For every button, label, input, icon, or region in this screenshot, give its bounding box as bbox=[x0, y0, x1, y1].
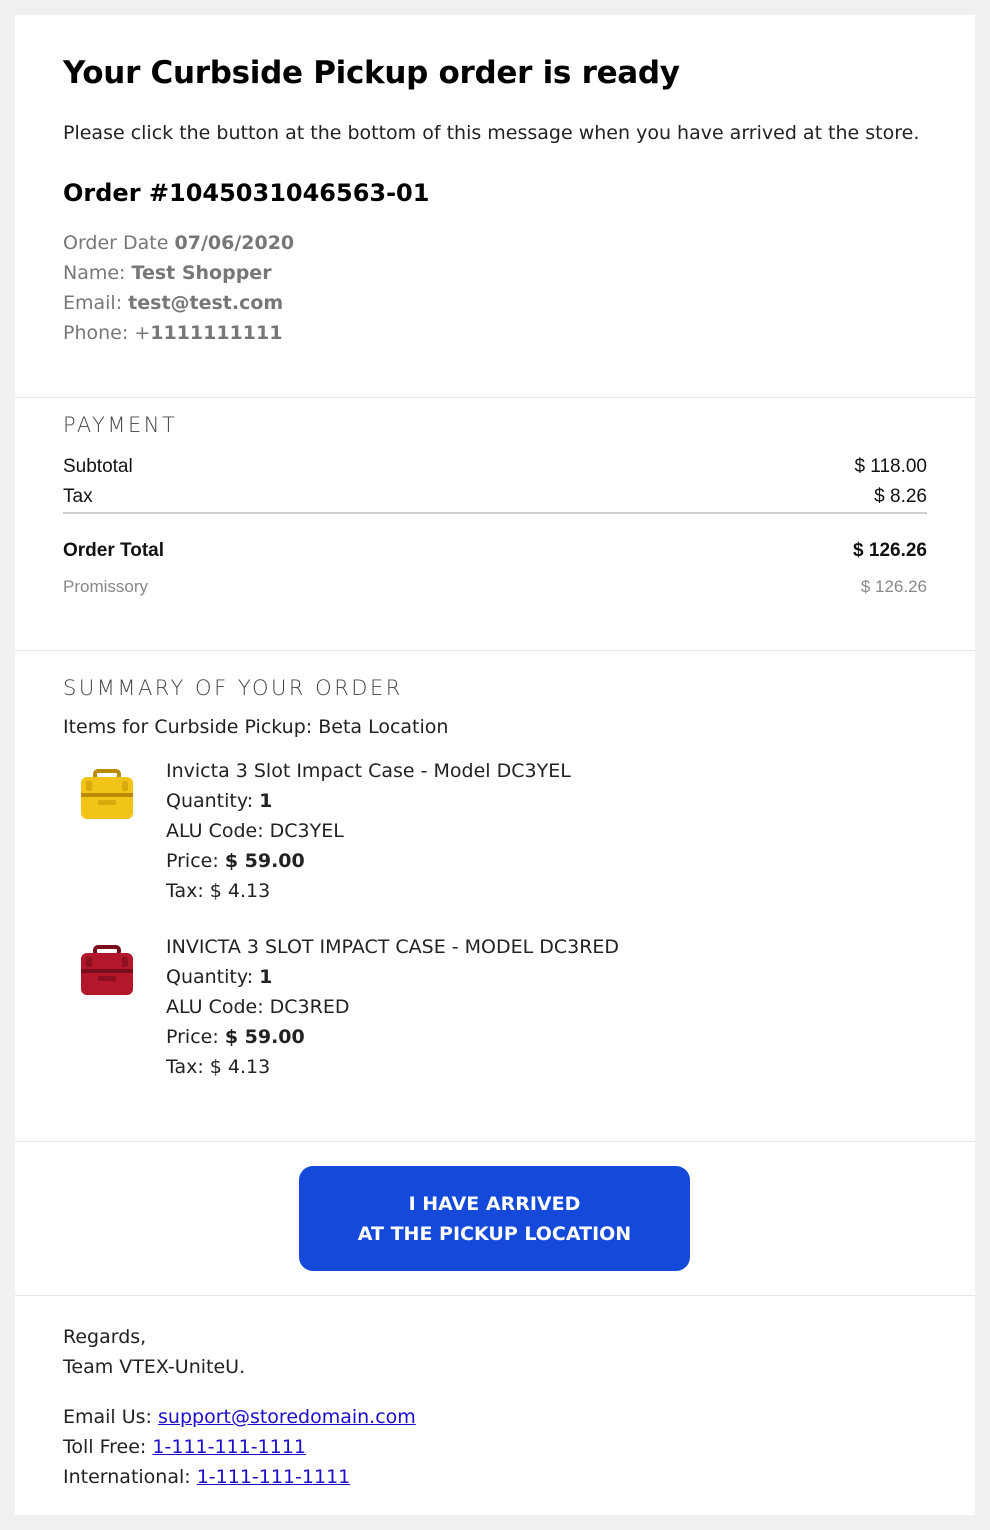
subtotal-value: $ 118.00 bbox=[854, 456, 927, 477]
tax-label: Tax bbox=[63, 486, 93, 507]
item-tax: Tax: $ 4.13 bbox=[166, 880, 271, 902]
item-quantity: Quantity: 1 bbox=[166, 790, 273, 812]
support-email-row: Email Us: support@storedomain.com bbox=[63, 1406, 416, 1428]
arrived-button-line1: I HAVE ARRIVED bbox=[408, 1192, 581, 1215]
regards-text: Regards, bbox=[63, 1326, 147, 1348]
customer-email-value: test@test.com bbox=[128, 292, 284, 314]
customer-phone-value: 1111111111 bbox=[150, 322, 283, 344]
item-alu-code: ALU Code: DC3RED bbox=[166, 996, 350, 1018]
item-name: INVICTA 3 SLOT IMPACT CASE - MODEL DC3RE… bbox=[166, 936, 620, 958]
subtotal-label: Subtotal bbox=[63, 456, 133, 477]
toll-free-label: Toll Free: bbox=[63, 1436, 147, 1458]
support-email-link[interactable]: support@storedomain.com bbox=[158, 1406, 416, 1428]
order-date-label: Order Date bbox=[63, 232, 169, 254]
international-row: International: 1-111-111-1111 bbox=[63, 1466, 350, 1488]
divider bbox=[15, 397, 975, 398]
email-card: Your Curbside Pickup order is ready Plea… bbox=[15, 15, 975, 1515]
customer-phone-row: Phone: +1111111111 bbox=[63, 322, 282, 344]
toll-free-link[interactable]: 1-111-111-1111 bbox=[152, 1436, 306, 1458]
pickup-location-line: Items for Curbside Pickup: Beta Location bbox=[63, 716, 449, 738]
customer-phone-label: Phone: bbox=[63, 322, 129, 344]
arrived-button-line2: AT THE PICKUP LOCATION bbox=[357, 1222, 632, 1245]
order-date-value: 07/06/2020 bbox=[174, 232, 295, 254]
customer-phone-prefix: + bbox=[134, 322, 151, 344]
customer-name-row: Name: Test Shopper bbox=[63, 262, 272, 284]
arrived-button[interactable]: I HAVE ARRIVED AT THE PICKUP LOCATION bbox=[299, 1166, 690, 1271]
item-tax: Tax: $ 4.13 bbox=[166, 1056, 271, 1078]
product-image-yellow-case bbox=[78, 767, 136, 825]
list-item: Invicta 3 Slot Impact Case - Model DC3YE… bbox=[166, 756, 571, 906]
customer-name-value: Test Shopper bbox=[131, 262, 272, 284]
divider bbox=[15, 1141, 975, 1142]
customer-email-label: Email: bbox=[63, 292, 123, 314]
team-signature: Team VTEX-UniteU. bbox=[63, 1356, 246, 1378]
summary-heading: SUMMARY OF YOUR ORDER bbox=[63, 676, 403, 700]
list-item: INVICTA 3 SLOT IMPACT CASE - MODEL DC3RE… bbox=[166, 932, 619, 1082]
customer-name-label: Name: bbox=[63, 262, 126, 284]
tax-value: $ 8.26 bbox=[874, 486, 927, 507]
item-alu-code: ALU Code: DC3YEL bbox=[166, 820, 344, 842]
order-total-value: $ 126.26 bbox=[853, 540, 927, 561]
order-number: Order #1045031046563-01 bbox=[63, 179, 430, 207]
order-total-label: Order Total bbox=[63, 540, 164, 561]
payment-method-value: $ 126.26 bbox=[860, 577, 927, 596]
item-name: Invicta 3 Slot Impact Case - Model DC3YE… bbox=[166, 760, 571, 782]
payment-heading: PAYMENT bbox=[63, 413, 178, 437]
payment-method-label: Promissory bbox=[63, 577, 149, 596]
intro-text: Please click the button at the bottom of… bbox=[63, 122, 920, 144]
item-quantity: Quantity: 1 bbox=[166, 966, 273, 988]
support-email-label: Email Us: bbox=[63, 1406, 152, 1428]
item-price: Price: $ 59.00 bbox=[166, 850, 305, 872]
divider bbox=[15, 650, 975, 651]
international-label: International: bbox=[63, 1466, 191, 1488]
international-link[interactable]: 1-111-111-1111 bbox=[197, 1466, 351, 1488]
page-title: Your Curbside Pickup order is ready bbox=[63, 55, 680, 91]
order-date-row: Order Date 07/06/2020 bbox=[63, 232, 294, 254]
payment-rule bbox=[63, 512, 927, 514]
product-image-red-case bbox=[78, 943, 136, 1001]
customer-email-row: Email: test@test.com bbox=[63, 292, 283, 314]
divider bbox=[15, 1295, 975, 1296]
item-price: Price: $ 59.00 bbox=[166, 1026, 305, 1048]
toll-free-row: Toll Free: 1-111-111-1111 bbox=[63, 1436, 306, 1458]
